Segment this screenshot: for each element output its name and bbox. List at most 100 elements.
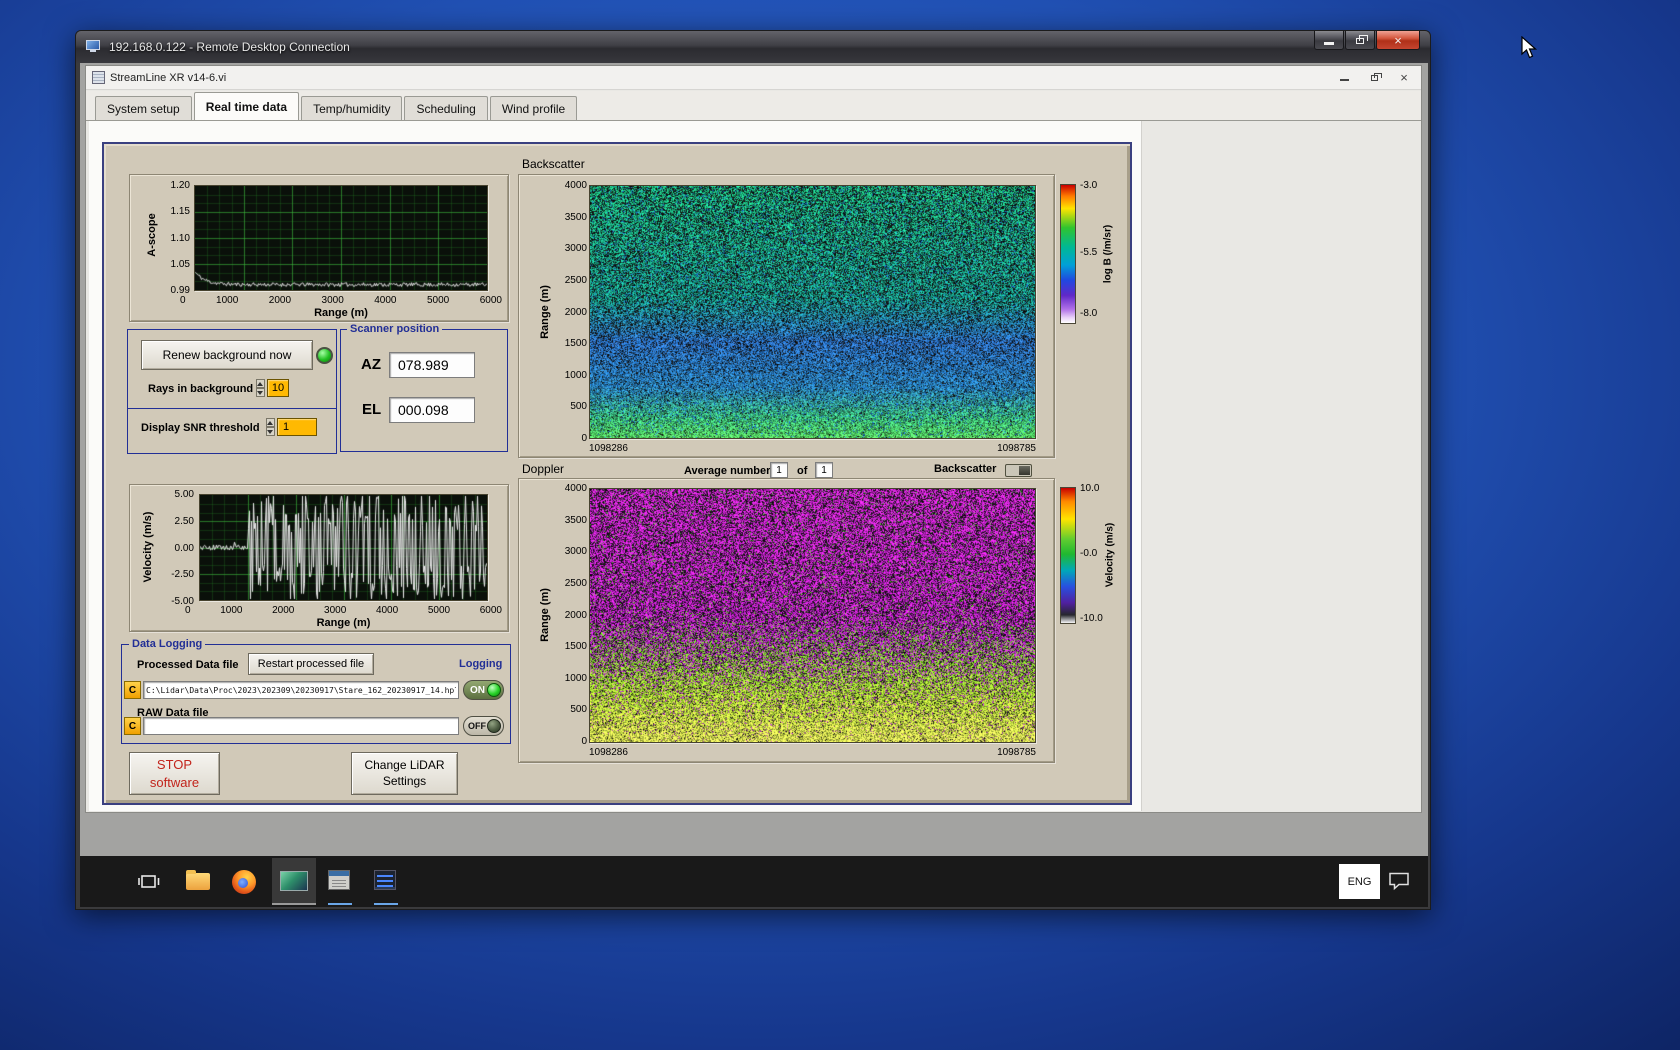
backscatter-colorbar-label: log B (/m/sr): [1102, 224, 1114, 284]
backscatter-toggle[interactable]: [1005, 464, 1032, 477]
off-label: OFF: [468, 721, 486, 731]
doppler-y-axis-label: Range (m): [539, 588, 551, 642]
app-close-button[interactable]: ×: [1389, 66, 1419, 88]
velocity-plot: [199, 494, 488, 601]
snr-threshold-label: Display SNR threshold: [141, 422, 260, 434]
az-label: AZ: [361, 356, 381, 373]
rdp-minimize-button[interactable]: [1314, 31, 1344, 50]
tick-label: 1500: [564, 338, 587, 350]
rays-value-box[interactable]: 10: [267, 379, 289, 397]
tick-label: 0: [185, 605, 191, 616]
tab-system-setup[interactable]: System setup: [95, 96, 192, 120]
active-app-taskbar-button[interactable]: [272, 858, 316, 905]
main-panel: A-scope 1.20 1.15 1.10 1.05 0.99 0 1000 2000 30…: [102, 142, 1132, 805]
rdp-window-title: 192.168.0.122 - Remote Desktop Connectio…: [109, 40, 350, 54]
mouse-cursor: [1520, 35, 1542, 65]
velocity-canvas: [200, 495, 487, 600]
raw-logging-toggle[interactable]: OFF: [463, 716, 504, 736]
doppler-title: Doppler: [522, 462, 565, 476]
restart-processed-file-label: Restart processed file: [257, 658, 365, 670]
tick-label: 6000: [479, 295, 502, 306]
app-minimize-button[interactable]: [1329, 66, 1359, 88]
processed-path-drive-button[interactable]: C: [124, 681, 141, 699]
on-label: ON: [470, 684, 485, 696]
backscatter-colorbar: [1060, 184, 1076, 324]
tick-label: 3000: [321, 295, 344, 306]
ascope-plot: [194, 185, 488, 291]
minimize-icon: [1324, 42, 1334, 45]
minimize-icon: [1339, 79, 1349, 81]
backscatter-graph-group: Range (m) 4000 3500 3000 2500 2000 1500 1000 50…: [518, 174, 1055, 458]
processed-path-input[interactable]: [143, 681, 459, 699]
snr-spinner[interactable]: [266, 418, 275, 436]
raw-path-drive-button[interactable]: C: [124, 717, 141, 735]
app-restore-button[interactable]: [1359, 66, 1389, 88]
remote-desktop-icon: [86, 40, 102, 54]
language-indicator[interactable]: ENG: [1339, 864, 1380, 899]
app-window-title: StreamLine XR v14-6.vi: [110, 71, 227, 84]
tab-temp-humidity[interactable]: Temp/humidity: [301, 96, 403, 120]
tick-label: 1500: [564, 641, 587, 653]
processed-logging-toggle[interactable]: ON: [463, 680, 504, 700]
toggle-led-icon: [487, 719, 501, 733]
notification-chat-icon[interactable]: [1388, 871, 1410, 896]
tick-label: 1.05: [170, 258, 190, 270]
scan-scheduler-underline: [328, 903, 352, 905]
active-app-underline: [272, 903, 316, 905]
colorbar-tick: -0.0: [1080, 548, 1098, 559]
backscatter-canvas: [590, 186, 1035, 438]
average-count-value[interactable]: 1: [815, 462, 833, 478]
velocity-y-ticks: 5.00 2.50 0.00 -2.50 -5.00: [154, 489, 194, 607]
terminal-window-icon[interactable]: [374, 870, 396, 890]
tick-label: 3500: [564, 211, 587, 223]
close-icon: ×: [1400, 69, 1408, 85]
tick-label: 1.20: [170, 180, 190, 191]
stop-label-line1: STOP: [156, 756, 193, 772]
backscatter-x-range: 1098286 1098785: [589, 443, 1036, 454]
tick-label: 1000: [564, 672, 587, 684]
scan-scheduler-icon[interactable]: [328, 870, 350, 890]
stop-label-line2: software: [149, 774, 200, 790]
stop-software-button[interactable]: STOP software: [129, 752, 220, 795]
scanner-position-title: Scanner position: [347, 323, 443, 335]
doppler-colorbar-label: Velocity (m/s): [1104, 522, 1116, 588]
tick-label: 2000: [564, 306, 587, 318]
restart-processed-file-button[interactable]: Restart processed file: [248, 653, 374, 675]
snr-value-box[interactable]: 1: [277, 418, 317, 436]
backscatter-x-end: 1098785: [997, 443, 1036, 454]
rdp-restore-button[interactable]: [1345, 31, 1375, 50]
task-view-icon[interactable]: [136, 869, 162, 900]
tab-real-time-data[interactable]: Real time data: [193, 92, 300, 120]
close-icon: ×: [1394, 32, 1402, 48]
app-title-bar[interactable]: StreamLine XR v14-6.vi ×: [86, 66, 1421, 90]
change-lidar-settings-button[interactable]: Change LiDAR Settings: [351, 752, 458, 795]
average-number-value[interactable]: 1: [770, 462, 788, 478]
tick-label: 4000: [374, 295, 397, 306]
raw-path-input[interactable]: [143, 717, 459, 735]
colorbar-tick: -10.0: [1080, 613, 1103, 624]
tab-wind-profile[interactable]: Wind profile: [489, 96, 578, 120]
velocity-y-axis-label: Velocity (m/s): [142, 511, 154, 583]
rdp-close-button[interactable]: ×: [1376, 31, 1420, 50]
tick-label: 3500: [564, 514, 587, 526]
tick-label: 0: [581, 433, 587, 444]
file-explorer-icon[interactable]: [186, 870, 210, 890]
tab-scheduling[interactable]: Scheduling: [404, 96, 488, 120]
renew-background-label: Renew background now: [162, 348, 292, 362]
el-label: EL: [362, 401, 382, 418]
doppler-graph-group: Range (m) 4000 3500 3000 2500 2000 1500 1000 50…: [518, 478, 1055, 763]
tick-label: 5000: [426, 295, 450, 306]
change-lidar-label-line1: Change LiDAR: [364, 757, 445, 772]
firefox-icon[interactable]: [232, 870, 256, 894]
rays-spinner[interactable]: [256, 379, 265, 397]
tick-label: 500: [570, 704, 587, 716]
renew-background-button[interactable]: Renew background now: [141, 340, 313, 370]
background-controls-group: Renew background now Rays in background …: [127, 329, 337, 454]
doppler-plot: [589, 488, 1036, 743]
rdp-title-bar[interactable]: 192.168.0.122 - Remote Desktop Connectio…: [76, 31, 1430, 63]
backscatter-toggle-label: Backscatter: [934, 463, 997, 475]
of-label: of: [797, 465, 808, 477]
tick-label: 0.00: [174, 542, 194, 554]
tick-label: 2500: [564, 577, 587, 589]
tick-label: 2500: [564, 274, 587, 286]
